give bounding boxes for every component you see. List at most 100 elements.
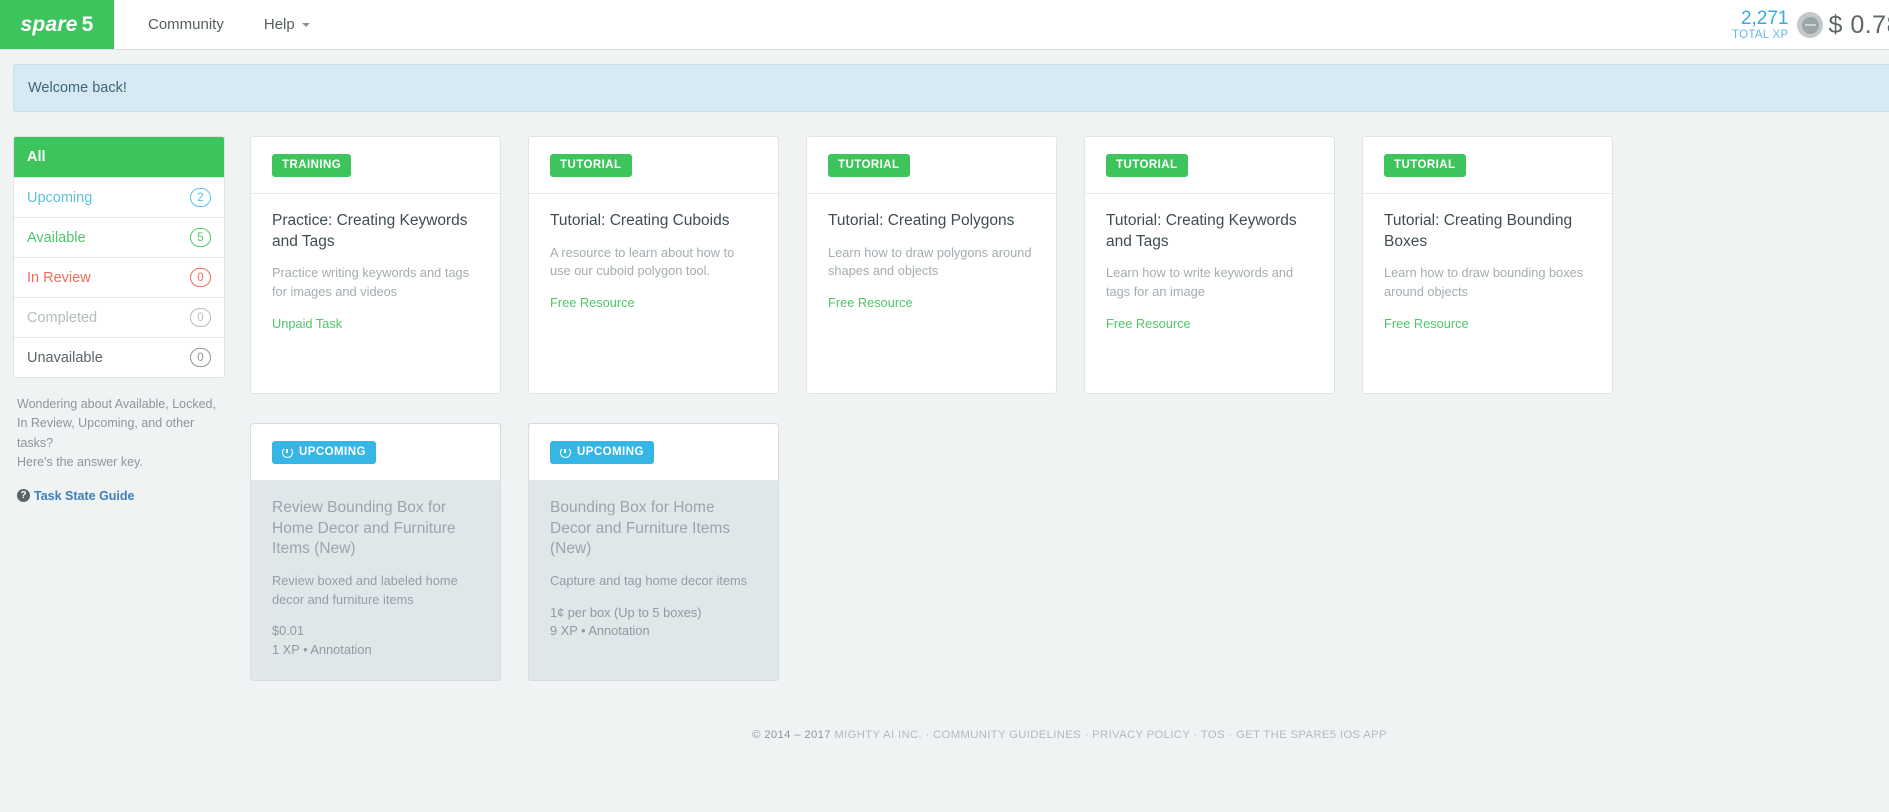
task-card-description: Learn how to draw bounding boxes around … xyxy=(1384,265,1584,299)
spare5-logo[interactable]: spare 5 xyxy=(0,0,114,49)
task-filter-list: All Upcoming 2 Available 5 In Review 0 C… xyxy=(13,136,225,378)
task-card-description: Capture and tag home decor items xyxy=(550,572,748,588)
clock-icon xyxy=(560,446,571,458)
nav-item-community[interactable]: Community xyxy=(128,0,244,49)
welcome-banner: Welcome back! xyxy=(13,64,1889,112)
task-card-header: TRAINING xyxy=(251,137,500,194)
footer-separator: · xyxy=(1190,729,1201,741)
total-xp-label: TOTAL XP xyxy=(1731,28,1789,41)
task-card-title: Tutorial: Creating Cuboids xyxy=(550,212,730,229)
task-card-body: Tutorial: Creating Bounding Boxes Learn … xyxy=(1363,194,1612,353)
status-badge: TUTORIAL xyxy=(828,154,910,177)
sidebar-item-unavailable-count: 0 xyxy=(190,348,211,367)
nav-right-section: 2,271 TOTAL XP $ 0.78 xyxy=(1732,0,1889,50)
page-footer: © 2014 – 2017 MIGHTY AI INC. · COMMUNITY… xyxy=(250,729,1889,761)
task-card-xp: 1 XP • Annotation xyxy=(272,641,372,657)
task-card[interactable]: TUTORIAL Tutorial: Creating Keywords and… xyxy=(1084,136,1335,394)
task-grid-area: TRAINING Practice: Creating Keywords and… xyxy=(225,136,1889,761)
task-card-meta: Free Resource xyxy=(1106,315,1191,331)
sidebar-item-unavailable[interactable]: Unavailable 0 xyxy=(14,337,224,377)
task-card-grid: TRAINING Practice: Creating Keywords and… xyxy=(250,136,1889,681)
footer-link-tos[interactable]: TOS xyxy=(1201,729,1225,741)
total-xp-value: 2,271 xyxy=(1740,8,1789,29)
main-content: All Upcoming 2 Available 5 In Review 0 C… xyxy=(0,112,1889,761)
welcome-banner-text: Welcome back! xyxy=(28,80,127,96)
sidebar-item-upcoming-count: 2 xyxy=(190,188,211,207)
sidebar-item-in-review[interactable]: In Review 0 xyxy=(14,257,224,297)
task-card-body: Tutorial: Creating Cuboids A resource to… xyxy=(529,194,778,333)
status-badge-label: TRAINING xyxy=(282,159,342,171)
task-card-title: Bounding Box for Home Decor and Furnitur… xyxy=(550,499,731,558)
task-card-meta: Free Resource xyxy=(1384,315,1469,331)
task-card-description: Learn how to write keywords and tags for… xyxy=(1106,265,1294,299)
nav-links: Community Help xyxy=(128,0,330,49)
sidebar-item-upcoming[interactable]: Upcoming 2 xyxy=(14,177,224,217)
status-badge-label: UPCOMING xyxy=(577,446,644,458)
task-card[interactable]: UPCOMING Review Bounding Box for Home De… xyxy=(250,423,501,681)
sidebar-item-available-label: Available xyxy=(27,229,86,246)
question-mark-icon: ? xyxy=(17,489,30,502)
footer-link-ios-app[interactable]: GET THE SPARE5 IOS APP xyxy=(1236,729,1387,741)
task-card-header: TUTORIAL xyxy=(1085,137,1334,194)
banner-wrapper: Welcome back! xyxy=(0,50,1889,112)
sidebar-item-available-count: 5 xyxy=(190,228,211,247)
task-card-description: A resource to learn about how to use our… xyxy=(550,244,735,279)
task-card-body: Practice: Creating Keywords and Tags Pra… xyxy=(251,194,500,353)
task-card-title: Tutorial: Creating Bounding Boxes xyxy=(1384,212,1573,250)
task-state-guide-link[interactable]: ? Task State Guide xyxy=(13,489,225,503)
coin-icon-inner xyxy=(1801,16,1819,34)
task-card-price: $0.01 xyxy=(272,623,305,639)
sidebar: All Upcoming 2 Available 5 In Review 0 C… xyxy=(13,136,225,503)
logo-text-spare: spare xyxy=(20,12,78,36)
sidebar-item-in-review-label: In Review xyxy=(27,269,91,286)
sidebar-item-completed[interactable]: Completed 0 xyxy=(14,297,224,337)
status-badge-label: TUTORIAL xyxy=(1116,159,1178,171)
status-badge: TUTORIAL xyxy=(550,154,632,177)
sidebar-item-unavailable-label: Unavailable xyxy=(27,349,103,366)
task-card-description: Practice writing keywords and tags for i… xyxy=(272,265,470,299)
task-card-title: Tutorial: Creating Polygons xyxy=(828,212,1015,229)
footer-copyright: © 2014 – 2017 xyxy=(752,729,831,741)
footer-link-privacy-policy[interactable]: PRIVACY POLICY xyxy=(1092,729,1190,741)
task-card-body: Review Bounding Box for Home Decor and F… xyxy=(251,481,500,679)
clock-icon xyxy=(282,446,293,458)
nav-item-help[interactable]: Help xyxy=(244,0,330,49)
footer-separator: · xyxy=(1081,729,1093,741)
status-badge: TUTORIAL xyxy=(1384,154,1466,177)
task-card-body: Tutorial: Creating Polygons Learn how to… xyxy=(807,194,1056,333)
task-card-title: Practice: Creating Keywords and Tags xyxy=(272,212,468,250)
task-card-header: UPCOMING xyxy=(529,424,778,481)
task-card[interactable]: TUTORIAL Tutorial: Creating Bounding Box… xyxy=(1362,136,1613,394)
task-card-body: Bounding Box for Home Decor and Furnitur… xyxy=(529,481,778,661)
sidebar-item-completed-count: 0 xyxy=(190,308,211,327)
task-card[interactable]: TUTORIAL Tutorial: Creating Cuboids A re… xyxy=(528,136,779,394)
status-badge: TRAINING xyxy=(272,154,352,177)
task-card-price: 1¢ per box (Up to 5 boxes) xyxy=(550,604,702,620)
task-card-header: TUTORIAL xyxy=(529,137,778,194)
footer-link-community-guidelines[interactable]: COMMUNITY GUIDELINES xyxy=(933,729,1081,741)
status-badge: TUTORIAL xyxy=(1106,154,1188,177)
task-card[interactable]: TRAINING Practice: Creating Keywords and… xyxy=(250,136,501,394)
task-card[interactable]: TUTORIAL Tutorial: Creating Polygons Lea… xyxy=(806,136,1057,394)
total-xp[interactable]: 2,271 TOTAL XP xyxy=(1732,9,1789,41)
sidebar-item-upcoming-label: Upcoming xyxy=(27,189,93,206)
sidebar-item-all[interactable]: All xyxy=(14,137,224,177)
logo-text-five: 5 xyxy=(81,12,94,36)
footer-separator: · xyxy=(921,729,934,741)
task-card-meta: Unpaid Task xyxy=(272,315,343,331)
task-card-description: Review boxed and labeled home decor and … xyxy=(272,572,458,607)
task-card[interactable]: UPCOMING Bounding Box for Home Decor and… xyxy=(528,423,779,681)
footer-separator: · xyxy=(1224,729,1237,741)
status-badge: UPCOMING xyxy=(550,441,654,464)
task-card-title: Review Bounding Box for Home Decor and F… xyxy=(272,499,456,558)
task-card-title: Tutorial: Creating Keywords and Tags xyxy=(1106,212,1297,250)
task-card-meta: Free Resource xyxy=(828,294,913,310)
task-state-guide-label: Task State Guide xyxy=(34,488,135,503)
sidebar-help-note: Wondering about Available, Locked, In Re… xyxy=(17,397,216,470)
status-badge-label: TUTORIAL xyxy=(1394,159,1456,171)
task-card-xp: 9 XP • Annotation xyxy=(550,623,650,639)
top-navbar: spare 5 Community Help 2,271 TOTAL XP $ 0… xyxy=(0,0,1889,50)
sidebar-item-in-review-count: 0 xyxy=(190,268,211,287)
sidebar-item-available[interactable]: Available 5 xyxy=(14,217,224,257)
account-balance[interactable]: $ 0.78 xyxy=(1828,11,1889,40)
